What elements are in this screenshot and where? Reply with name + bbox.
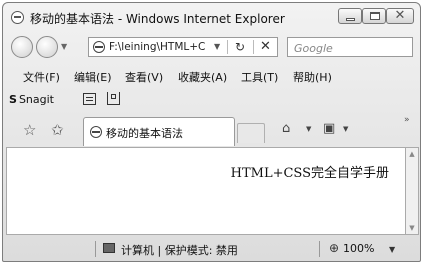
status-text: 计算机 | 保护模式: 禁用 xyxy=(121,244,238,257)
snagit-icon: S xyxy=(9,93,17,106)
menu-edit[interactable]: 编辑(E) xyxy=(74,69,112,85)
page-icon xyxy=(90,126,102,138)
tab-label: 移动的基本语法 xyxy=(106,127,183,140)
address-bar[interactable]: F:\leining\HTML+C ▼ ↻ ✕ xyxy=(88,37,278,57)
stop-icon[interactable]: ✕ xyxy=(260,39,271,54)
security-zone: 计算机 xyxy=(121,244,154,257)
search-box[interactable] xyxy=(287,37,414,57)
minimize-button[interactable] xyxy=(338,8,362,24)
maximize-button[interactable] xyxy=(362,8,386,24)
computer-icon xyxy=(103,243,115,253)
snagit-capture-icon[interactable] xyxy=(107,92,120,105)
feeds-icon[interactable]: ▣ xyxy=(323,121,335,136)
zoom-icon[interactable]: ⊕ xyxy=(329,241,339,255)
links-bar: S Snagit xyxy=(3,89,420,111)
close-button[interactable]: ✕ xyxy=(386,8,414,24)
forward-button[interactable] xyxy=(36,36,58,58)
snagit-window-icon[interactable] xyxy=(83,93,96,105)
menu-file[interactable]: 文件(F) xyxy=(23,69,60,85)
navigation-bar: ▼ F:\leining\HTML+C ▼ ↻ ✕ xyxy=(3,31,420,63)
tab-active[interactable]: 移动的基本语法 xyxy=(83,117,235,146)
tab-bar: ☆ ✩ 移动的基本语法 ⌂ ▼ ▣ ▼ » xyxy=(3,113,420,147)
divider xyxy=(253,40,254,54)
refresh-icon[interactable]: ↻ xyxy=(235,40,245,54)
snagit-button[interactable]: S Snagit xyxy=(9,93,54,106)
scroll-up-icon[interactable]: ▲ xyxy=(406,150,418,158)
protected-mode: 保护模式: 禁用 xyxy=(164,244,238,257)
menu-tools[interactable]: 工具(T) xyxy=(241,69,278,85)
status-bar: 计算机 | 保护模式: 禁用 ⊕ 100% ▼ xyxy=(3,237,420,261)
page-icon xyxy=(93,41,105,53)
home-icon[interactable]: ⌂ xyxy=(282,121,290,136)
title-bar: 移动的基本语法 - Windows Internet Explorer ✕ xyxy=(3,3,420,31)
back-button[interactable] xyxy=(11,36,33,58)
ie-page-icon xyxy=(11,11,24,24)
home-dropdown-icon[interactable]: ▼ xyxy=(306,125,311,133)
browser-window: 移动的基本语法 - Windows Internet Explorer ✕ ▼ … xyxy=(2,2,421,262)
divider xyxy=(95,241,96,257)
menu-view[interactable]: 查看(V) xyxy=(125,69,163,85)
address-dropdown[interactable]: ▼ xyxy=(214,42,220,51)
divider xyxy=(319,241,320,257)
new-tab-button[interactable] xyxy=(237,123,265,143)
zoom-level[interactable]: 100% xyxy=(343,242,374,255)
menu-favorites[interactable]: 收藏夹(A) xyxy=(178,69,227,85)
recent-pages-dropdown[interactable]: ▼ xyxy=(61,42,67,51)
window-title: 移动的基本语法 - Windows Internet Explorer xyxy=(30,12,285,26)
page-heading: HTML+CSS完全自学手册 xyxy=(230,166,389,181)
menu-help[interactable]: 帮助(H) xyxy=(293,69,332,85)
snagit-label: Snagit xyxy=(18,93,54,106)
page-content: HTML+CSS完全自学手册 xyxy=(6,147,406,235)
divider xyxy=(227,40,228,54)
feeds-dropdown-icon[interactable]: ▼ xyxy=(343,125,348,133)
address-text[interactable]: F:\leining\HTML+C xyxy=(109,41,209,53)
menu-bar: 文件(F) 编辑(E) 查看(V) 收藏夹(A) 工具(T) 帮助(H) xyxy=(3,65,420,87)
scroll-down-icon[interactable]: ▼ xyxy=(406,224,418,232)
add-favorites-icon[interactable]: ✩ xyxy=(51,121,64,139)
vertical-scrollbar[interactable]: ▲ ▼ xyxy=(406,147,419,235)
chevron-right-icon[interactable]: » xyxy=(404,115,410,125)
close-icon: ✕ xyxy=(394,8,406,23)
search-input[interactable] xyxy=(292,39,414,57)
zoom-dropdown-icon[interactable]: ▼ xyxy=(389,245,395,254)
favorites-star-icon[interactable]: ☆ xyxy=(23,121,36,139)
